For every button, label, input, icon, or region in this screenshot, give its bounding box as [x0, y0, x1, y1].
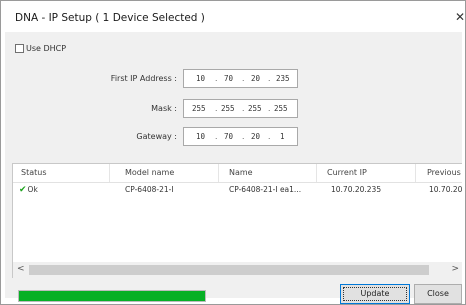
status-text: Ok [27, 185, 38, 194]
dialog-title: DNA - IP Setup ( 1 Device Selected ) [15, 12, 205, 24]
column-model-name[interactable]: Model name [125, 168, 174, 177]
scroll-thumb[interactable] [29, 265, 429, 275]
use-dhcp-option[interactable]: Use DHCP [15, 44, 66, 53]
ip-octet-4: 235 [276, 74, 290, 83]
column-divider[interactable] [109, 164, 110, 182]
ip-dot: . [268, 74, 271, 83]
progress-bar [18, 290, 206, 302]
column-status[interactable]: Status [21, 168, 47, 177]
mask-octet-2: 255 [221, 104, 235, 113]
column-divider[interactable] [415, 164, 416, 182]
gw-octet-3: 20 [251, 132, 261, 141]
table-row[interactable]: ✔Ok CP-6408-21-I CP-6408-21-I ea1... 10.… [13, 183, 462, 197]
close-icon[interactable]: ✕ [455, 10, 466, 24]
gw-octet-4: 1 [280, 132, 285, 141]
ip-dot: . [242, 132, 245, 141]
gateway-input[interactable]: 10 . 70 . 20 . 1 [183, 127, 298, 146]
first-ip-label: First IP Address : [110, 74, 177, 83]
scroll-right-icon[interactable]: > [451, 264, 459, 274]
title-bar: DNA - IP Setup ( 1 Device Selected ) ✕ [1, 1, 465, 33]
ip-dot: . [215, 132, 218, 141]
ip-dot: . [215, 74, 218, 83]
ip-dot: . [242, 74, 245, 83]
scroll-left-icon[interactable]: < [17, 264, 25, 274]
check-icon: ✔ [19, 185, 27, 195]
name-cell: CP-6408-21-I ea1... [229, 185, 302, 194]
use-dhcp-checkbox[interactable] [15, 44, 24, 53]
close-button[interactable]: Close [414, 284, 462, 304]
mask-label: Mask : [151, 104, 177, 113]
focus-rectangle [343, 287, 407, 301]
device-list[interactable]: Status Model name Name Current IP Previo… [12, 163, 462, 278]
gateway-label: Gateway : [136, 132, 177, 141]
column-divider[interactable] [218, 164, 219, 182]
mask-octet-1: 255 [192, 104, 206, 113]
status-cell: ✔Ok [19, 185, 38, 195]
column-divider[interactable] [316, 164, 317, 182]
ip-dot: . [215, 104, 218, 113]
column-previous-ip[interactable]: Previous I [427, 168, 462, 177]
first-ip-input[interactable]: 10 . 70 . 20 . 235 [183, 69, 298, 88]
ip-octet-1: 10 [196, 74, 206, 83]
current-ip-cell: 10.70.20.235 [331, 185, 382, 194]
gw-octet-2: 70 [224, 132, 234, 141]
close-button-label: Close [427, 289, 449, 298]
ip-octet-2: 70 [224, 74, 234, 83]
ip-dot: . [268, 104, 271, 113]
previous-ip-cell: 10.70.20 [429, 185, 462, 194]
ip-octet-3: 20 [251, 74, 261, 83]
device-list-header: Status Model name Name Current IP Previo… [13, 164, 462, 183]
column-name[interactable]: Name [229, 168, 253, 177]
column-current-ip[interactable]: Current IP [327, 168, 367, 177]
mask-octet-3: 255 [248, 104, 262, 113]
update-button[interactable]: Update [340, 284, 410, 304]
ip-dot: . [268, 132, 271, 141]
progress-fill [19, 291, 205, 301]
gw-octet-1: 10 [196, 132, 206, 141]
horizontal-scrollbar[interactable]: < > [12, 262, 462, 278]
mask-octet-4: 255 [274, 104, 288, 113]
ip-dot: . [242, 104, 245, 113]
mask-input[interactable]: 255 . 255 . 255 . 255 [183, 99, 298, 118]
model-cell: CP-6408-21-I [125, 185, 174, 194]
use-dhcp-label: Use DHCP [26, 44, 67, 53]
